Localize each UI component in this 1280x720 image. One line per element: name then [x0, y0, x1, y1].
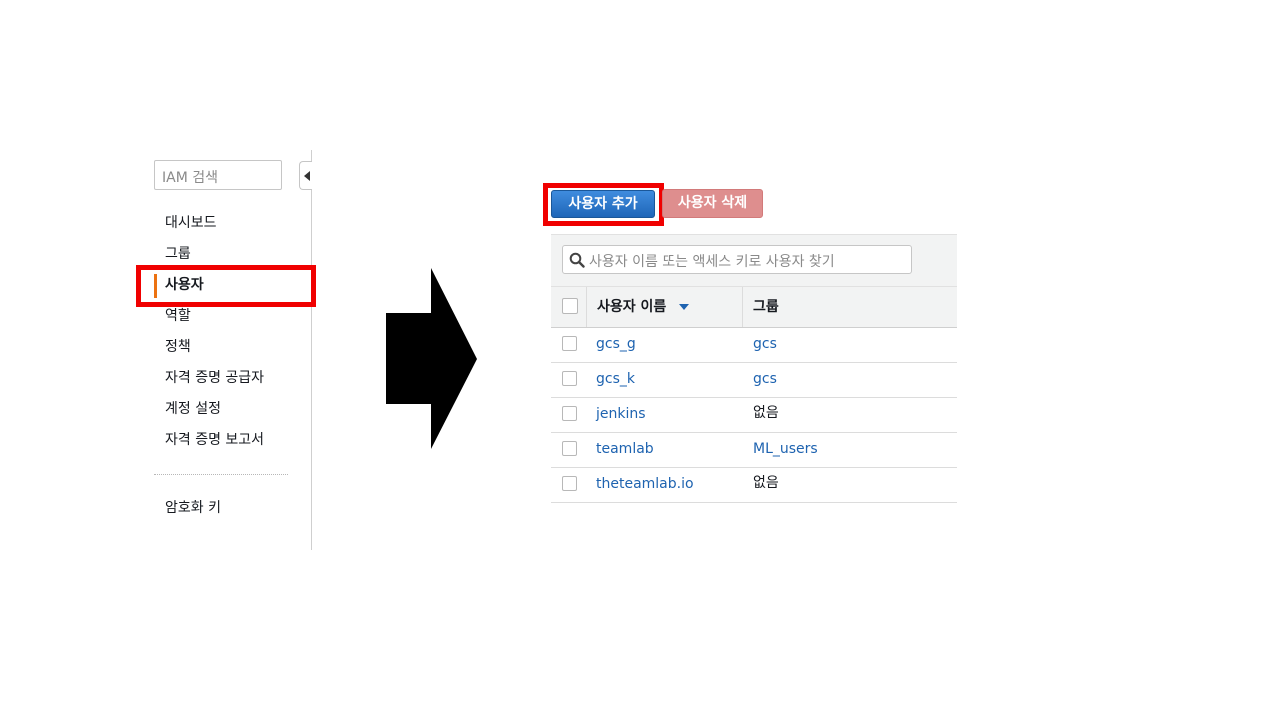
user-filter-input[interactable]: 사용자 이름 또는 액세스 키로 사용자 찾기: [562, 245, 912, 274]
user-name-link[interactable]: gcs_k: [596, 369, 635, 389]
header-divider: [586, 287, 587, 327]
sidebar-divider: [154, 474, 288, 475]
highlight-box-add-user: [543, 183, 664, 226]
delete-user-button[interactable]: 사용자 삭제: [662, 189, 763, 218]
group-link[interactable]: gcs: [753, 334, 777, 354]
user-name-link[interactable]: jenkins: [596, 404, 646, 424]
column-header-groups[interactable]: 그룹: [753, 296, 779, 316]
group-none-text: 없음: [753, 405, 779, 421]
right-arrow-icon: [386, 268, 477, 449]
group-link[interactable]: ML_users: [753, 439, 818, 459]
search-icon: [569, 252, 585, 268]
caret-left-icon: [304, 171, 310, 181]
group-link[interactable]: gcs: [753, 369, 777, 389]
header-divider: [742, 287, 743, 327]
sidebar-item-encryption-keys[interactable]: 암호화 키: [165, 498, 221, 518]
user-name-link[interactable]: teamlab: [596, 439, 654, 459]
sidebar-collapse-button[interactable]: [299, 161, 312, 190]
column-header-username[interactable]: 사용자 이름: [597, 296, 666, 316]
sidebar-border: [311, 150, 312, 550]
select-all-checkbox[interactable]: [562, 298, 578, 314]
sidebar-item-credential-report[interactable]: 자격 증명 보고서: [165, 430, 264, 450]
sort-down-icon[interactable]: [679, 304, 689, 310]
iam-search-input[interactable]: IAM 검색: [154, 160, 282, 190]
sidebar-item-policies[interactable]: 정책: [165, 337, 191, 357]
sidebar-item-dashboard[interactable]: 대시보드: [165, 213, 217, 233]
row-checkbox[interactable]: [562, 406, 577, 421]
sidebar-item-account-settings[interactable]: 계정 설정: [165, 399, 221, 419]
highlight-box-users: [136, 265, 316, 307]
sidebar-item-groups[interactable]: 그룹: [165, 244, 191, 264]
sidebar-item-identity-providers[interactable]: 자격 증명 공급자: [165, 368, 264, 388]
row-checkbox[interactable]: [562, 441, 577, 456]
row-checkbox[interactable]: [562, 371, 577, 386]
group-none-text: 없음: [753, 475, 779, 491]
row-checkbox[interactable]: [562, 476, 577, 491]
user-name-link[interactable]: gcs_g: [596, 334, 636, 354]
sidebar-item-roles[interactable]: 역할: [165, 306, 191, 326]
filter-placeholder: 사용자 이름 또는 액세스 키로 사용자 찾기: [589, 254, 835, 270]
row-checkbox[interactable]: [562, 336, 577, 351]
user-name-link[interactable]: theteamlab.io: [596, 474, 694, 494]
